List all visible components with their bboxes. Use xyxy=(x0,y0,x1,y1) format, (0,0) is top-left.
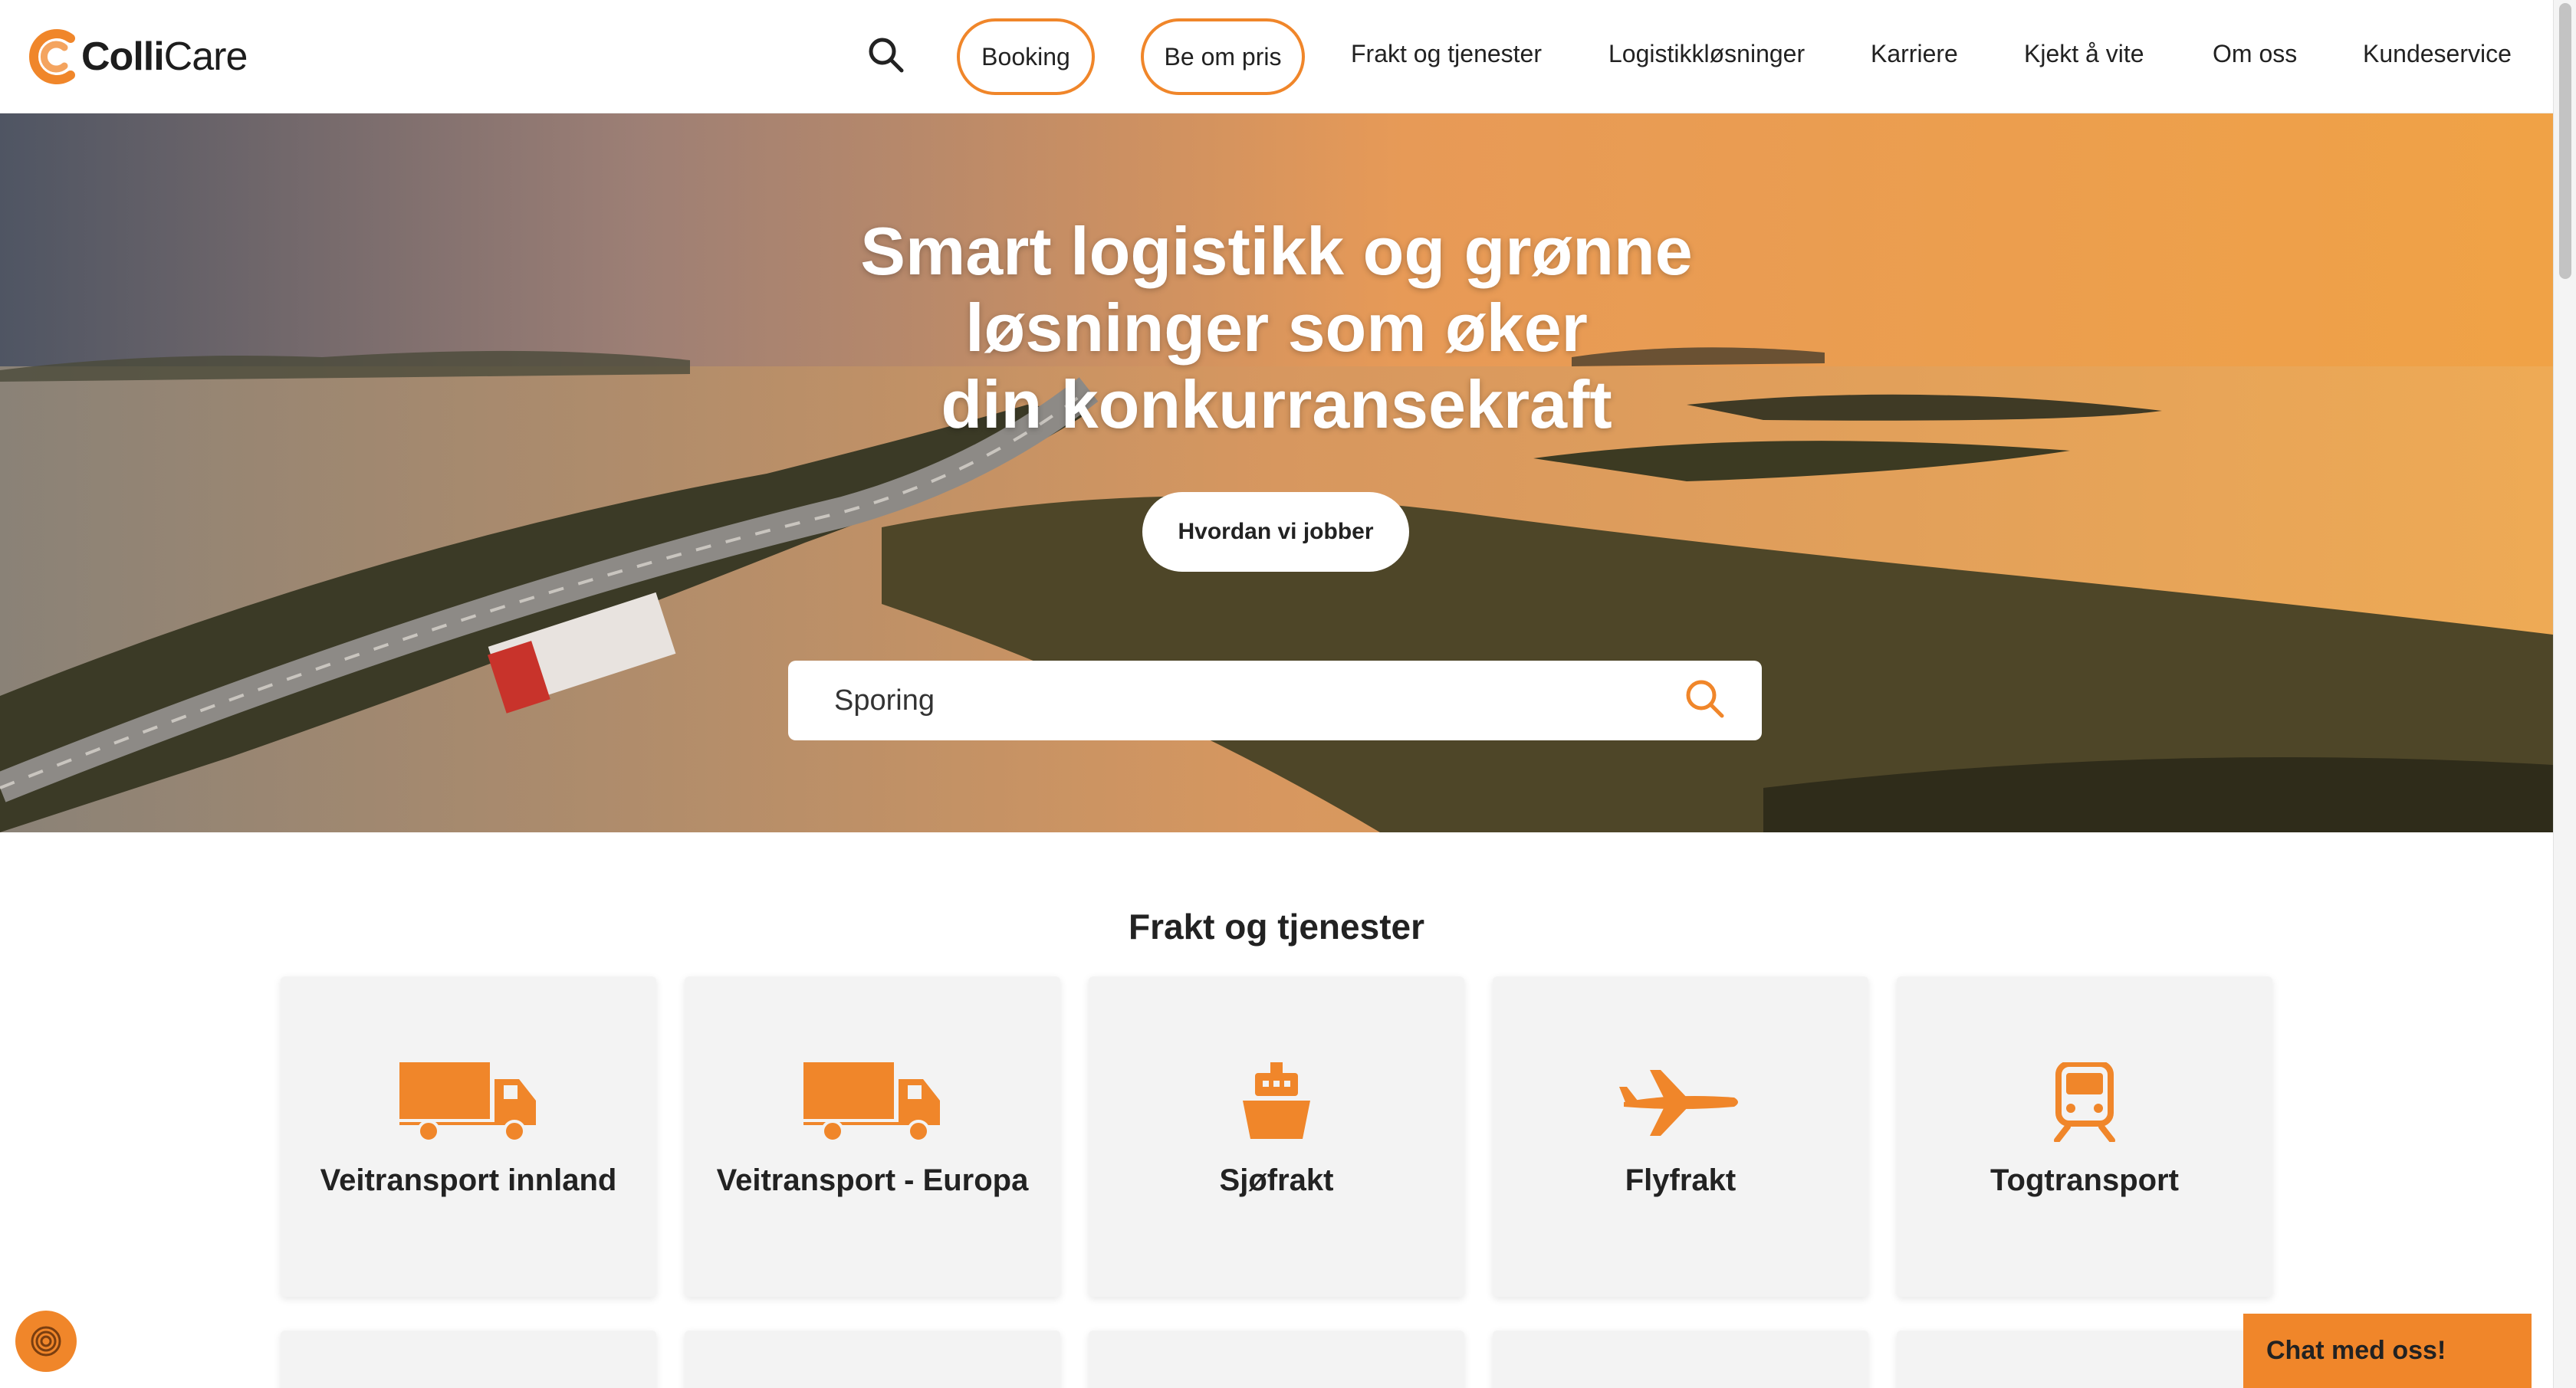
service-card-label: Flyfrakt xyxy=(1625,1163,1737,1197)
nav-karriere[interactable]: Karriere xyxy=(1871,40,1958,68)
scrollbar-thumb[interactable] xyxy=(2559,3,2571,279)
service-card[interactable] xyxy=(1089,1331,1464,1388)
hero-heading: Smart logistikk og grønne løsninger som … xyxy=(0,213,2553,443)
search-icon[interactable] xyxy=(865,34,908,77)
service-card[interactable] xyxy=(1493,1331,1868,1388)
service-card-flyfrakt[interactable]: Flyfrakt xyxy=(1493,976,1868,1297)
services-heading: Frakt og tjenester xyxy=(1129,907,1424,947)
logo-wordmark: ColliCare xyxy=(81,34,248,79)
cookie-settings-fingerprint-button[interactable] xyxy=(15,1311,77,1372)
booking-button[interactable]: Booking xyxy=(957,18,1095,95)
service-card-sjofrakt[interactable]: Sjøfrakt xyxy=(1089,976,1464,1297)
how-we-work-button[interactable]: Hvordan vi jobber xyxy=(1142,492,1409,572)
service-card-label: Sjøfrakt xyxy=(1219,1163,1334,1197)
nav-logistikklosninger[interactable]: Logistikkløsninger xyxy=(1608,40,1805,68)
tracking-search-box xyxy=(788,661,1762,740)
train-icon xyxy=(2054,1062,2115,1142)
page-scrollbar[interactable] xyxy=(2553,0,2576,1388)
service-card-label: Togtransport xyxy=(1990,1163,2179,1197)
plane-icon xyxy=(1619,1070,1738,1136)
service-card-veitransport-innland[interactable]: Veitransport innland xyxy=(281,976,656,1297)
collicare-logo-mark-icon xyxy=(29,29,75,84)
fingerprint-icon xyxy=(31,1326,61,1357)
nav-kundeservice[interactable]: Kundeservice xyxy=(2363,40,2512,68)
search-icon[interactable] xyxy=(1682,676,1728,722)
service-card-label: Veitransport innland xyxy=(320,1163,617,1197)
service-card[interactable] xyxy=(1897,1331,2272,1388)
service-card[interactable] xyxy=(281,1331,656,1388)
request-price-button[interactable]: Be om pris xyxy=(1141,18,1305,95)
service-card-togtransport[interactable]: Togtransport xyxy=(1897,976,2272,1297)
site-header: ColliCare Booking Be om pris Frakt og tj… xyxy=(0,0,2553,113)
service-card[interactable] xyxy=(685,1331,1060,1388)
nav-kjekt-a-vite[interactable]: Kjekt å vite xyxy=(2024,40,2144,68)
service-card-label: Veitransport - Europa xyxy=(716,1163,1029,1197)
hero-heading-line-1: Smart logistikk og grønne xyxy=(860,213,1693,289)
nav-om-oss[interactable]: Om oss xyxy=(2213,40,2297,68)
truck-icon xyxy=(399,1062,536,1142)
ship-icon xyxy=(1243,1062,1310,1139)
tracking-input[interactable] xyxy=(834,670,1639,731)
service-card-veitransport-europa[interactable]: Veitransport - Europa xyxy=(685,976,1060,1297)
hero-heading-line-2: løsninger som øker xyxy=(965,290,1588,366)
hero-heading-line-3: din konkurransekraft xyxy=(941,366,1612,442)
chat-button[interactable]: Chat med oss! xyxy=(2243,1314,2532,1388)
hero-banner: Smart logistikk og grønne løsninger som … xyxy=(0,113,2553,832)
truck-icon xyxy=(803,1062,940,1142)
nav-frakt-og-tjenester[interactable]: Frakt og tjenester xyxy=(1351,40,1542,68)
page: ColliCare Booking Be om pris Frakt og tj… xyxy=(0,0,2576,1388)
collicare-logo[interactable]: ColliCare xyxy=(25,26,248,87)
